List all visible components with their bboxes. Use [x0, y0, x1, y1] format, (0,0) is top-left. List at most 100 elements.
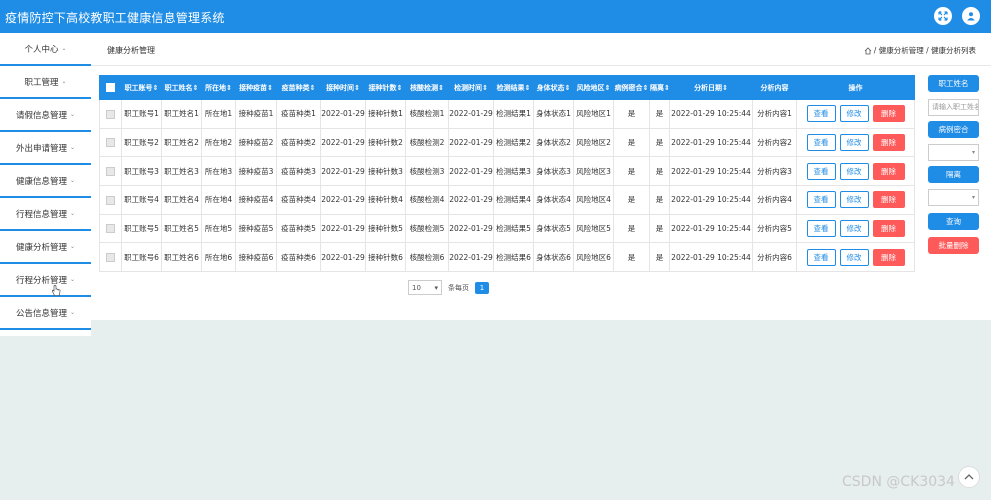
row-checkbox[interactable]	[99, 99, 122, 129]
column-header[interactable]: 分析日期⇕	[669, 75, 753, 100]
select-all-checkbox[interactable]	[99, 75, 122, 100]
edit-button[interactable]: 修改	[839, 105, 869, 123]
table-cell: 职工姓名6	[161, 242, 202, 273]
edit-button[interactable]: 修改	[839, 248, 869, 266]
row-actions: 查看 修改 删除	[796, 242, 915, 273]
page-size-select[interactable]: 10 ▾	[408, 280, 442, 295]
column-header[interactable]: 接种针数⇕	[365, 75, 406, 100]
sidebar-item-staff[interactable]: 职工管理 ⌄	[0, 66, 91, 99]
sidebar-item-trip-analysis[interactable]: 行程分析管理 ⌄	[0, 264, 91, 297]
delete-button[interactable]: 删除	[872, 162, 905, 180]
app-title: 疫情防控下高校教职工健康信息管理系统	[5, 11, 225, 25]
table-cell: 2022-01-29 10:25:44	[669, 127, 753, 158]
edit-button[interactable]: 修改	[839, 220, 869, 238]
delete-button[interactable]: 删除	[872, 220, 905, 238]
table-cell: 检测结果2	[493, 127, 534, 158]
column-header[interactable]: 所在地⇕	[201, 75, 236, 100]
home-icon[interactable]	[864, 46, 872, 55]
sidebar-item-health-info[interactable]: 健康信息管理 ⌄	[0, 165, 91, 198]
table-cell: 是	[649, 127, 670, 158]
chevron-down-icon: ⌄	[61, 45, 67, 52]
row-checkbox[interactable]	[99, 127, 122, 158]
table-cell: 职工姓名1	[161, 99, 202, 129]
close-contact-label: 病例密合	[928, 121, 979, 138]
column-header[interactable]: 身体状态⇕	[533, 75, 574, 100]
sidebar-item-trip-info[interactable]: 行程信息管理 ⌄	[0, 198, 91, 231]
table-cell: 分析内容4	[752, 185, 797, 215]
table-row: 职工账号2 职工姓名2 所在地2 接种疫苗2 疫苗种类2 2022-01-29 接种针数2 核…	[99, 127, 915, 158]
view-button[interactable]: 查看	[806, 191, 836, 209]
table-cell: 是	[613, 127, 650, 158]
table-cell: 接种疫苗2	[235, 127, 277, 158]
sidebar-item-personal-center[interactable]: 个人中心 ⌄	[0, 33, 91, 66]
sidebar-item-announcement[interactable]: 公告信息管理 ⌄	[0, 297, 91, 330]
table-cell: 身体状态1	[533, 99, 574, 129]
isolation-select[interactable]: ▾	[928, 189, 979, 206]
delete-button[interactable]: 删除	[872, 134, 905, 152]
back-to-top-button[interactable]	[958, 466, 980, 488]
chevron-down-icon: ⌄	[69, 243, 76, 250]
sidebar-item-leave[interactable]: 请假信息管理 ⌄	[0, 99, 91, 132]
sidebar-item-label: 行程信息管理	[15, 209, 67, 220]
table-cell: 检测结果3	[493, 156, 534, 187]
table-cell: 职工姓名5	[161, 213, 202, 244]
table-cell: 职工账号1	[121, 99, 162, 129]
sidebar-item-label: 外出申请管理	[15, 143, 67, 154]
table-cell: 是	[613, 213, 650, 244]
edit-button[interactable]: 修改	[839, 191, 869, 209]
sidebar-item-outing[interactable]: 外出申请管理 ⌄	[0, 132, 91, 165]
table-cell: 身体状态5	[533, 213, 574, 244]
view-button[interactable]: 查看	[806, 134, 836, 152]
breadcrumb-text[interactable]: / 健康分析管理 / 健康分析列表	[874, 45, 976, 56]
user-icon[interactable]	[962, 7, 980, 25]
column-header[interactable]: 隔离⇕	[649, 75, 670, 100]
column-header[interactable]: 核酸检测⇕	[405, 75, 449, 100]
column-header[interactable]: 接种疫苗⇕	[235, 75, 277, 100]
column-header[interactable]: 检测时间⇕	[448, 75, 494, 100]
table-cell: 2022-01-29	[320, 185, 366, 215]
view-button[interactable]: 查看	[806, 162, 836, 180]
health-analysis-table: 职工账号⇕ 职工姓名⇕ 所在地⇕ 接种疫苗⇕ 疫苗种类⇕ 接种时间⇕ 接种针数⇕…	[99, 75, 915, 273]
column-header[interactable]: 接种时间⇕	[320, 75, 366, 100]
view-button[interactable]: 查看	[806, 105, 836, 123]
table-cell: 2022-01-29	[448, 242, 494, 273]
table-header-row: 职工账号⇕ 职工姓名⇕ 所在地⇕ 接种疫苗⇕ 疫苗种类⇕ 接种时间⇕ 接种针数⇕…	[99, 75, 915, 100]
search-button[interactable]: 查询	[928, 213, 979, 230]
sidebar-item-health-analysis[interactable]: 健康分析管理 ⌄	[0, 231, 91, 264]
column-header[interactable]: 职工账号⇕	[121, 75, 162, 100]
delete-button[interactable]: 删除	[872, 248, 905, 266]
close-contact-select[interactable]: ▾	[928, 144, 979, 161]
table-cell: 所在地3	[201, 156, 236, 187]
breadcrumb: / 健康分析管理 / 健康分析列表	[864, 45, 976, 56]
table-cell: 2022-01-29	[320, 156, 366, 187]
column-header[interactable]: 职工姓名⇕	[161, 75, 202, 100]
batch-delete-button[interactable]: 批量删除	[928, 237, 979, 254]
table-cell: 风险地区4	[573, 185, 614, 215]
column-header[interactable]: 风险地区⇕	[573, 75, 614, 100]
chevron-down-icon: ⌄	[61, 78, 67, 85]
table-cell: 接种针数2	[365, 127, 406, 158]
delete-button[interactable]: 删除	[872, 191, 905, 209]
view-button[interactable]: 查看	[806, 220, 836, 238]
table-cell: 2022-01-29 10:25:44	[669, 156, 753, 187]
staff-name-input[interactable]: 请输入职工姓名	[928, 99, 979, 116]
edit-button[interactable]: 修改	[839, 162, 869, 180]
column-header[interactable]: 检测结果⇕	[493, 75, 534, 100]
row-checkbox[interactable]	[99, 213, 122, 244]
fullscreen-icon[interactable]	[934, 7, 952, 25]
sidebar-item-label: 请假信息管理	[15, 110, 67, 121]
row-checkbox[interactable]	[99, 156, 122, 187]
column-header[interactable]: 病例密合⇕	[613, 75, 650, 100]
row-checkbox[interactable]	[99, 185, 122, 215]
delete-button[interactable]: 删除	[872, 105, 905, 123]
table-cell: 2022-01-29 10:25:44	[669, 99, 753, 129]
table-cell: 2022-01-29	[320, 242, 366, 273]
table-cell: 核酸检测1	[405, 99, 449, 129]
view-button[interactable]: 查看	[806, 248, 836, 266]
table-cell: 是	[649, 213, 670, 244]
page-number-button[interactable]: 1	[475, 281, 489, 294]
table-cell: 所在地2	[201, 127, 236, 158]
row-checkbox[interactable]	[99, 242, 122, 273]
edit-button[interactable]: 修改	[839, 134, 869, 152]
column-header[interactable]: 疫苗种类⇕	[276, 75, 321, 100]
